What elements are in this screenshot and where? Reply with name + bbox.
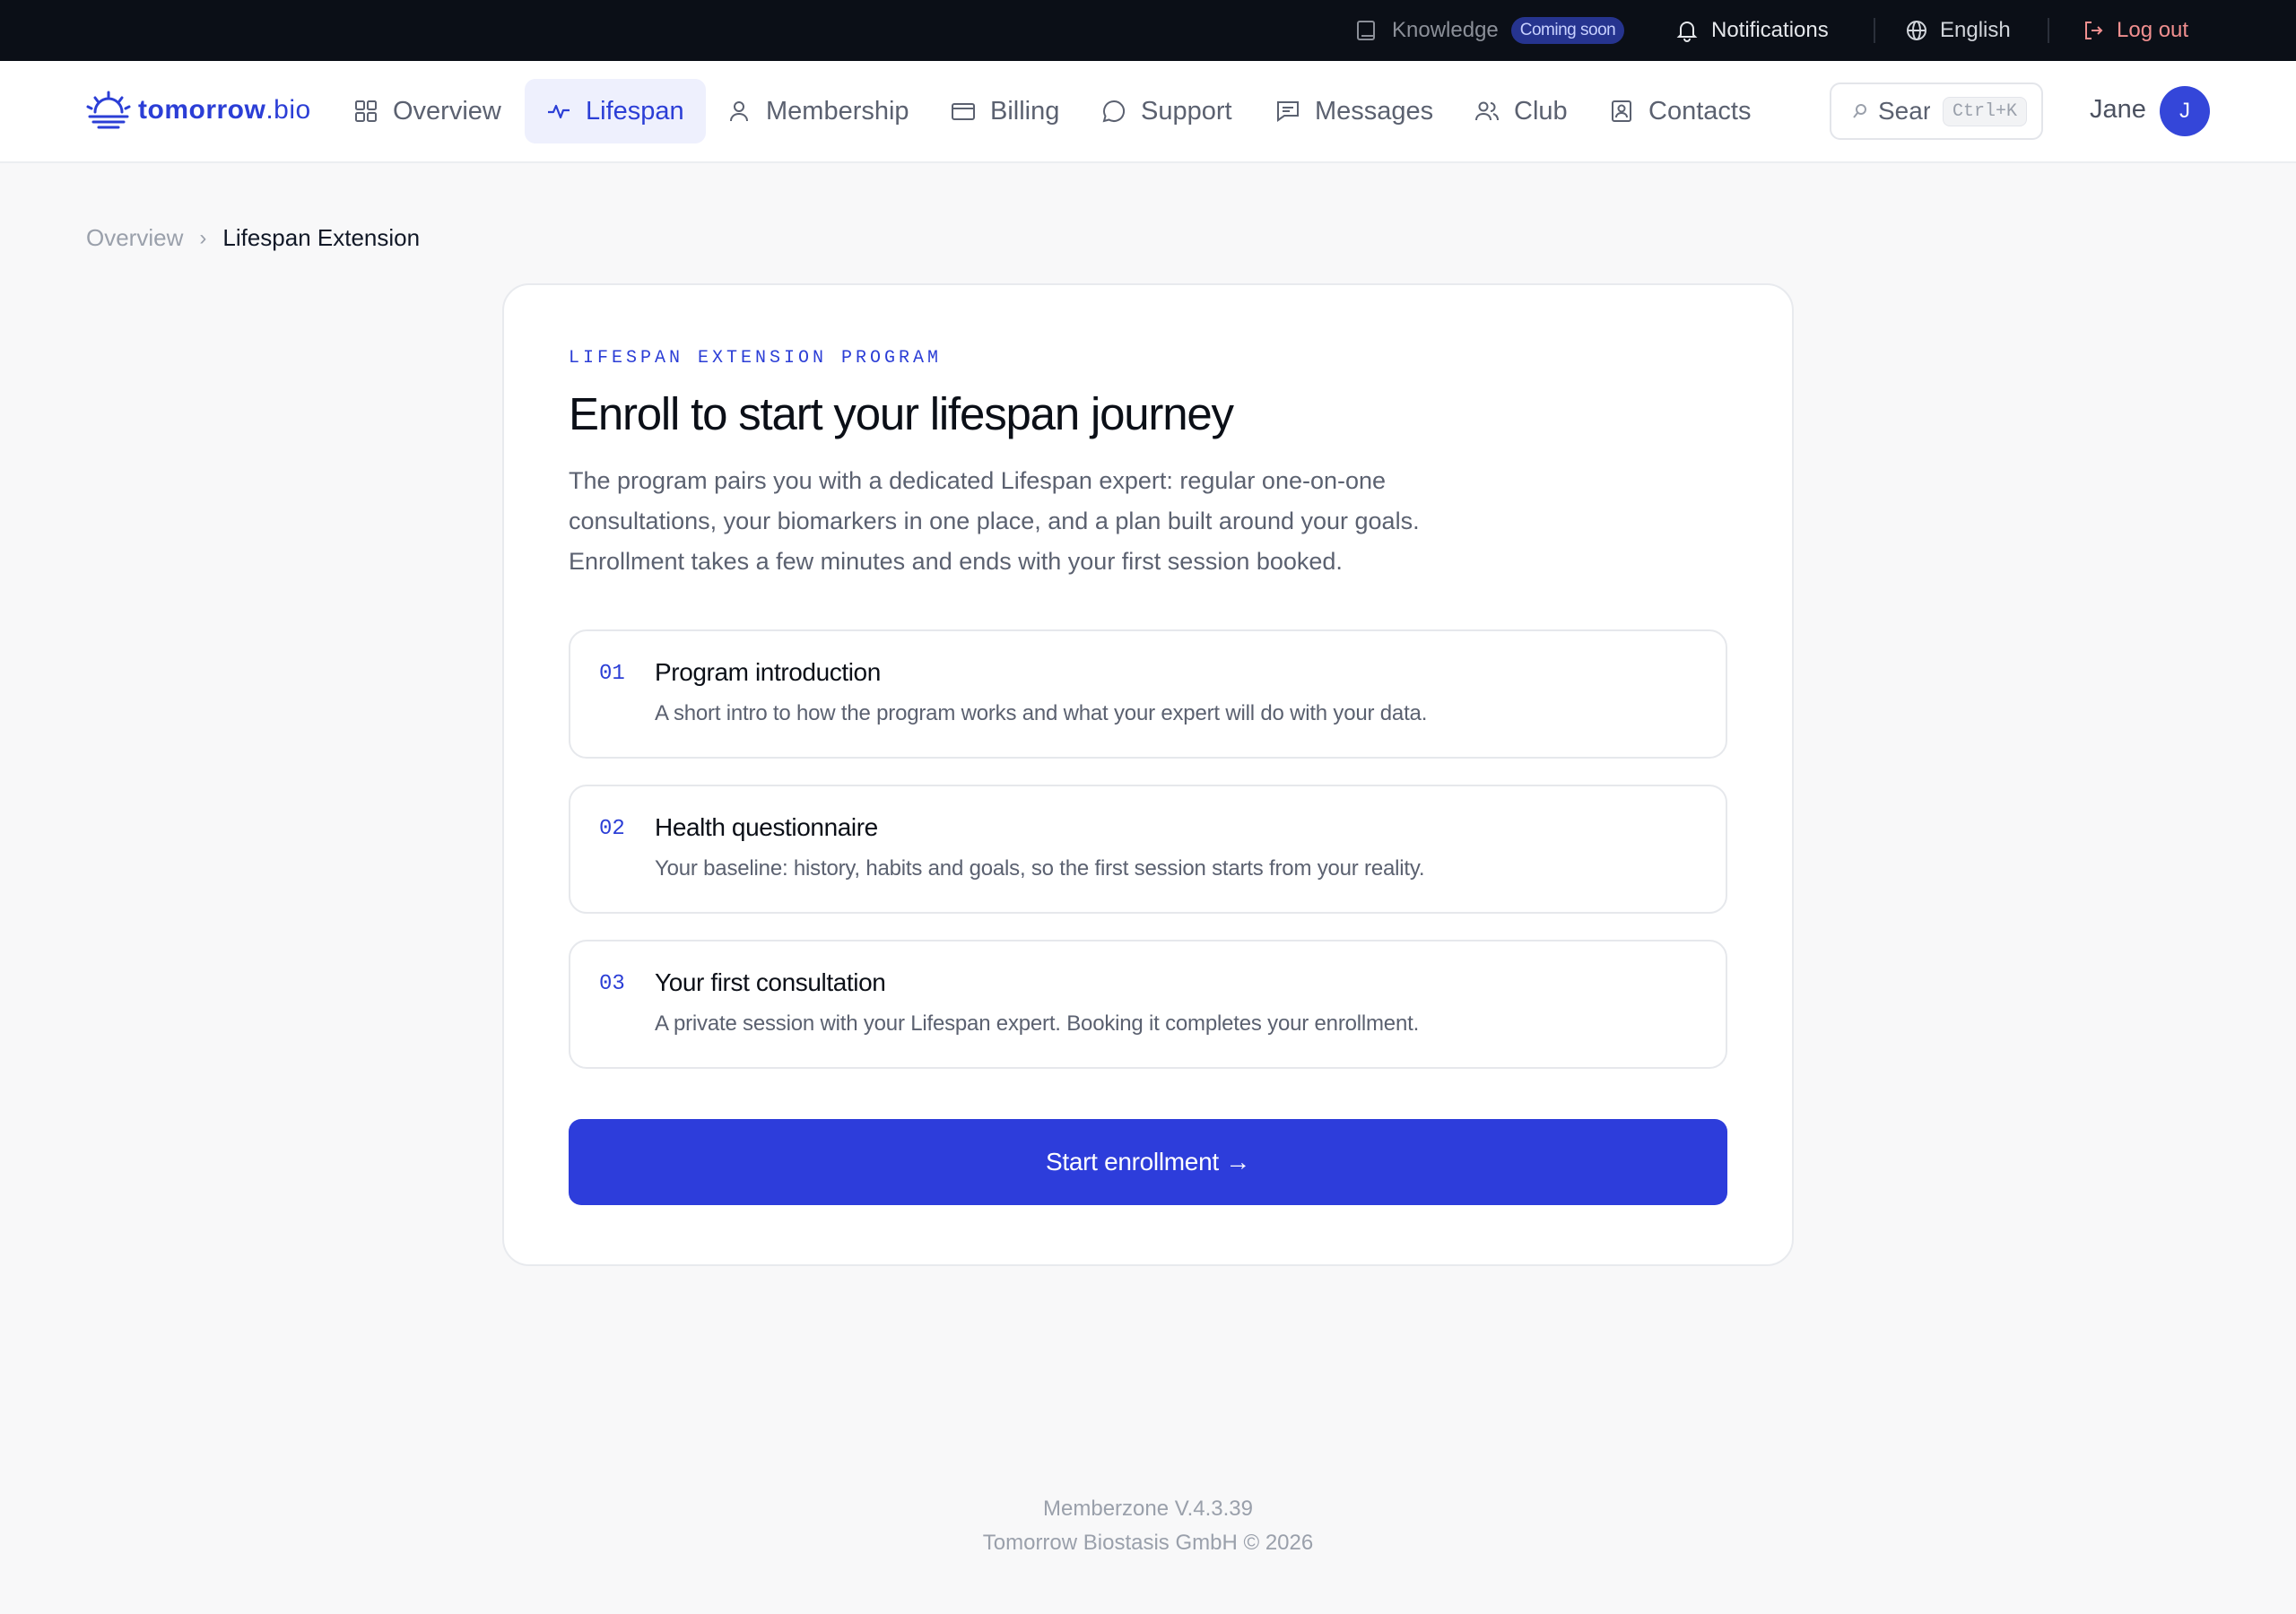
notifications-link[interactable]: Notifications [1675,0,1829,61]
brand-name-light: .bio [265,95,311,125]
logout-link[interactable]: Log out [2083,0,2188,61]
step-description: Your baseline: history, habits and goals… [655,856,1425,881]
search-icon [1853,104,1866,118]
message-icon [1277,101,1299,122]
enrollment-card: LIFESPAN EXTENSION PROGRAM Enroll to sta… [502,283,1794,1266]
brand-name-bold: tomorrow [138,95,266,125]
language-selector[interactable]: English [1906,0,2011,61]
user-icon [730,101,748,122]
page-title: Enroll to start your lifespan journey [569,388,1234,439]
coming-soon-badge: Coming soon [1510,17,1625,44]
nav-item-label: Club [1514,96,1568,126]
user-name[interactable]: Jane [2090,95,2146,125]
sun-logo-icon [86,91,131,129]
nav-item-messages[interactable]: Messages [1254,79,1455,143]
search-box[interactable]: Ctrl+K [1830,82,2043,140]
nav-item-label: Messages [1315,96,1434,126]
intro-line: Enrollment takes a few minutes and ends … [569,548,1343,575]
knowledge-link[interactable]: Knowledge Coming soon [1356,0,1625,61]
nav-item-contacts[interactable]: Contacts [1587,79,1772,143]
step-number: 03 [599,972,625,996]
nav-item-club[interactable]: Club [1453,79,1589,143]
nav-item-billing[interactable]: Billing [929,79,1081,143]
nav-item-lifespan[interactable]: Lifespan [525,79,706,143]
footer: Memberzone V.4.3.39 Tomorrow Biostasis G… [0,1492,2296,1560]
brand-name: tomorrow.bio [138,95,311,126]
knowledge-label: Knowledge [1392,18,1499,42]
app-version: Memberzone V.4.3.39 [1043,1497,1253,1521]
step-title: Your first consultation [655,968,886,996]
enrollment-step: 02 Health questionnaire Your baseline: h… [569,785,1727,914]
copyright: Tomorrow Biostasis GmbH © 2026 [982,1531,1314,1555]
start-enrollment-button[interactable]: Start enrollment → [569,1119,1727,1205]
chevron-right-icon: › [199,225,207,250]
step-title: Program introduction [655,658,881,686]
nav-item-label: Overview [393,96,501,126]
top-utility-bar: Knowledge Coming soon Notifications Engl… [0,0,2296,61]
users-icon [1475,101,1499,121]
nav-item-label: Contacts [1648,96,1752,126]
notifications-label: Notifications [1711,18,1829,42]
logout-label: Log out [2117,18,2189,42]
breadcrumb-overview-link[interactable]: Overview [86,224,183,252]
topbar-divider [2048,18,2049,43]
nav-item-membership[interactable]: Membership [705,79,931,143]
intro-line: consultations, your biomarkers in one pl… [569,508,1420,534]
chat-bubble-icon [1102,100,1125,123]
breadcrumb: Overview › Lifespan Extension [86,224,420,252]
topbar-divider [1874,18,1875,43]
nav-item-label: Support [1141,96,1232,126]
search-input[interactable] [1878,97,1930,126]
nav-item-label: Lifespan [586,96,684,126]
nav-item-overview[interactable]: Overview [332,79,523,143]
keyboard-shortcut-hint: Ctrl+K [1943,96,2028,126]
enrollment-step: 01 Program introduction A short intro to… [569,629,1727,759]
globe-icon [1907,21,1926,40]
step-number: 02 [599,817,625,841]
program-intro: The program pairs you with a dedicated L… [569,461,1465,582]
program-eyebrow: LIFESPAN EXTENSION PROGRAM [569,348,943,369]
grid-icon [355,100,377,122]
nav-item-label: Membership [766,96,909,126]
brand-logo[interactable]: tomorrow.bio [84,90,311,131]
step-number: 01 [599,662,625,686]
avatar[interactable]: J [2160,86,2210,136]
step-description: A private session with your Lifespan exp… [655,1011,1420,1036]
logout-icon [2085,22,2103,39]
contact-card-icon [1612,100,1631,122]
nav-item-support[interactable]: Support [1080,79,1254,143]
nav-item-label: Billing [990,96,1060,126]
bell-icon [1676,22,1698,42]
step-description: A short intro to how the program works a… [655,701,1428,725]
breadcrumb-current: Lifespan Extension [222,224,421,251]
pulse-icon [548,104,570,119]
language-label: English [1940,18,2011,42]
card-icon [952,103,975,120]
intro-line: The program pairs you with a dedicated L… [569,467,1387,494]
step-title: Health questionnaire [655,813,878,841]
book-icon [1357,21,1375,40]
enrollment-step: 03 Your first consultation A private ses… [569,940,1727,1069]
main-navbar: tomorrow.bio Overview Lifespan Membershi… [0,61,2296,163]
